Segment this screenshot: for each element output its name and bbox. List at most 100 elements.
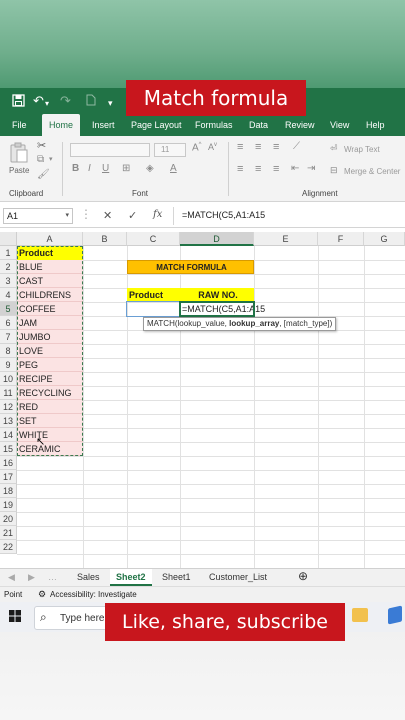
list-item[interactable]: SET: [17, 414, 83, 428]
tooltip-fn[interactable]: MATCH(: [147, 319, 178, 328]
row-header[interactable]: 18: [0, 484, 17, 498]
enter-checkmark-icon[interactable]: ✓: [128, 209, 137, 222]
increase-font-icon[interactable]: A^: [192, 142, 202, 153]
scroll-left-icon[interactable]: ◀: [8, 569, 15, 586]
align-bottom-icon[interactable]: ≡: [273, 141, 279, 153]
file-explorer-icon[interactable]: [352, 608, 368, 622]
undo-dropdown-icon[interactable]: ▾: [45, 97, 49, 111]
merge-center-button[interactable]: Merge & Center: [344, 167, 400, 176]
list-item[interactable]: COFFEE: [17, 302, 83, 316]
formula-input[interactable]: =MATCH(C5,A1:A15: [182, 210, 265, 220]
paste-button-label[interactable]: Paste: [9, 166, 29, 175]
row-header[interactable]: 1: [0, 246, 17, 260]
list-item[interactable]: LOVE: [17, 344, 83, 358]
row-header[interactable]: 9: [0, 358, 17, 372]
name-box[interactable]: A1 ▾: [3, 208, 73, 224]
font-color-icon[interactable]: A: [170, 163, 177, 174]
align-top-icon[interactable]: ≡: [237, 141, 243, 153]
tab-view[interactable]: View: [330, 114, 349, 136]
cut-icon[interactable]: ✂: [37, 139, 46, 152]
list-item[interactable]: CERAMIC: [17, 442, 83, 456]
column-header-a[interactable]: A: [17, 232, 83, 246]
wrap-text-icon[interactable]: ⏎: [330, 143, 338, 154]
list-item[interactable]: JUMBO: [17, 330, 83, 344]
row-header[interactable]: 16: [0, 456, 17, 470]
decrease-font-icon[interactable]: Av: [208, 142, 217, 152]
row-header[interactable]: 5: [0, 302, 17, 316]
decrease-indent-icon[interactable]: ⇤: [291, 163, 299, 174]
customize-toolbar-icon[interactable]: ▾: [108, 96, 113, 110]
borders-icon[interactable]: ⊞: [122, 163, 130, 174]
row-header[interactable]: 14: [0, 428, 17, 442]
row-header[interactable]: 19: [0, 498, 17, 512]
insert-function-icon[interactable]: fx: [153, 209, 162, 220]
copy-dropdown-icon[interactable]: ▾: [49, 155, 53, 163]
column-header-b[interactable]: B: [83, 232, 127, 246]
windows-start-icon[interactable]: [9, 610, 21, 624]
tab-insert[interactable]: Insert: [92, 114, 115, 136]
row-header[interactable]: 10: [0, 372, 17, 386]
list-item[interactable]: BLUE: [17, 260, 83, 274]
copy-icon[interactable]: ⧉: [37, 154, 44, 165]
row-header[interactable]: 21: [0, 526, 17, 540]
underline-icon[interactable]: U: [102, 163, 109, 174]
row-header[interactable]: 12: [0, 400, 17, 414]
worksheet-grid[interactable]: A B C D E F G 1 2 3 4 5 6 7 8 9 10 11 12…: [0, 232, 405, 568]
font-size-dropdown[interactable]: [154, 143, 186, 157]
list-item[interactable]: RECIPE: [17, 372, 83, 386]
bold-icon[interactable]: B: [72, 163, 79, 174]
paste-icon[interactable]: [9, 141, 29, 166]
column-header-f[interactable]: F: [318, 232, 364, 246]
sheet-tab-sheet1[interactable]: Sheet1: [162, 569, 191, 586]
app-icon[interactable]: [388, 605, 402, 625]
more-sheets-icon[interactable]: …: [48, 569, 57, 586]
accessibility-status[interactable]: Accessibility: Investigate: [50, 587, 137, 602]
match-formula-title[interactable]: MATCH FORMULA: [127, 260, 254, 274]
list-item[interactable]: PEG: [17, 358, 83, 372]
cell-c4-product[interactable]: Product: [127, 288, 180, 302]
row-header[interactable]: 20: [0, 512, 17, 526]
list-item[interactable]: WHITE: [17, 428, 83, 442]
orientation-icon[interactable]: ⟋: [293, 141, 300, 152]
sheet-tab-sheet2[interactable]: Sheet2: [110, 569, 152, 586]
chevron-down-icon[interactable]: ▾: [65, 209, 69, 223]
row-header[interactable]: 15: [0, 442, 17, 456]
align-middle-icon[interactable]: ≡: [255, 141, 261, 153]
cancel-icon[interactable]: ✕: [103, 209, 112, 222]
row-header[interactable]: 3: [0, 274, 17, 288]
row-header[interactable]: 8: [0, 344, 17, 358]
sheet-tab-customer-list[interactable]: Customer_List: [209, 569, 267, 586]
tab-file[interactable]: File: [12, 114, 27, 136]
tab-review[interactable]: Review: [285, 114, 315, 136]
undo-icon[interactable]: ↶: [33, 94, 44, 108]
row-header[interactable]: 13: [0, 414, 17, 428]
tooltip-arg-lookup-array[interactable]: lookup_array: [229, 319, 279, 328]
select-all-corner[interactable]: [0, 232, 17, 246]
row-header[interactable]: 6: [0, 316, 17, 330]
add-sheet-icon[interactable]: ⊕: [298, 568, 308, 585]
list-item[interactable]: CAST: [17, 274, 83, 288]
row-header[interactable]: 4: [0, 288, 17, 302]
column-header-c[interactable]: C: [127, 232, 180, 246]
merge-center-icon[interactable]: ⊟: [330, 165, 338, 176]
scroll-right-icon[interactable]: ▶: [28, 569, 35, 586]
tab-data[interactable]: Data: [249, 114, 268, 136]
cell-d4-raw-no[interactable]: RAW NO.: [180, 288, 254, 302]
tooltip-arg-match-type[interactable]: , [match_type]): [279, 319, 332, 328]
redo-icon[interactable]: ↷: [60, 94, 71, 108]
tooltip-arg-lookup-value[interactable]: lookup_value,: [178, 319, 230, 328]
row-header[interactable]: 11: [0, 386, 17, 400]
accessibility-icon[interactable]: ⚙: [38, 587, 46, 602]
align-center-icon[interactable]: ≡: [255, 163, 261, 175]
align-right-icon[interactable]: ≡: [273, 163, 279, 175]
italic-icon[interactable]: I: [88, 163, 91, 174]
align-left-icon[interactable]: ≡: [237, 163, 243, 175]
increase-indent-icon[interactable]: ⇥: [307, 163, 315, 174]
tab-help[interactable]: Help: [366, 114, 385, 136]
row-header[interactable]: 7: [0, 330, 17, 344]
list-item[interactable]: JAM: [17, 316, 83, 330]
row-header[interactable]: 17: [0, 470, 17, 484]
tab-formulas[interactable]: Formulas: [195, 114, 233, 136]
column-header-e[interactable]: E: [254, 232, 318, 246]
column-header-g[interactable]: G: [364, 232, 405, 246]
